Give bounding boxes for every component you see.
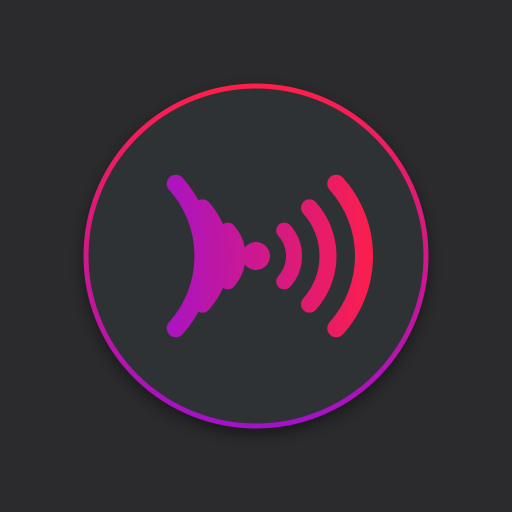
app-icon-canvas xyxy=(0,0,512,512)
broadcast-signal-icon xyxy=(0,0,512,512)
center-dot xyxy=(242,242,270,270)
